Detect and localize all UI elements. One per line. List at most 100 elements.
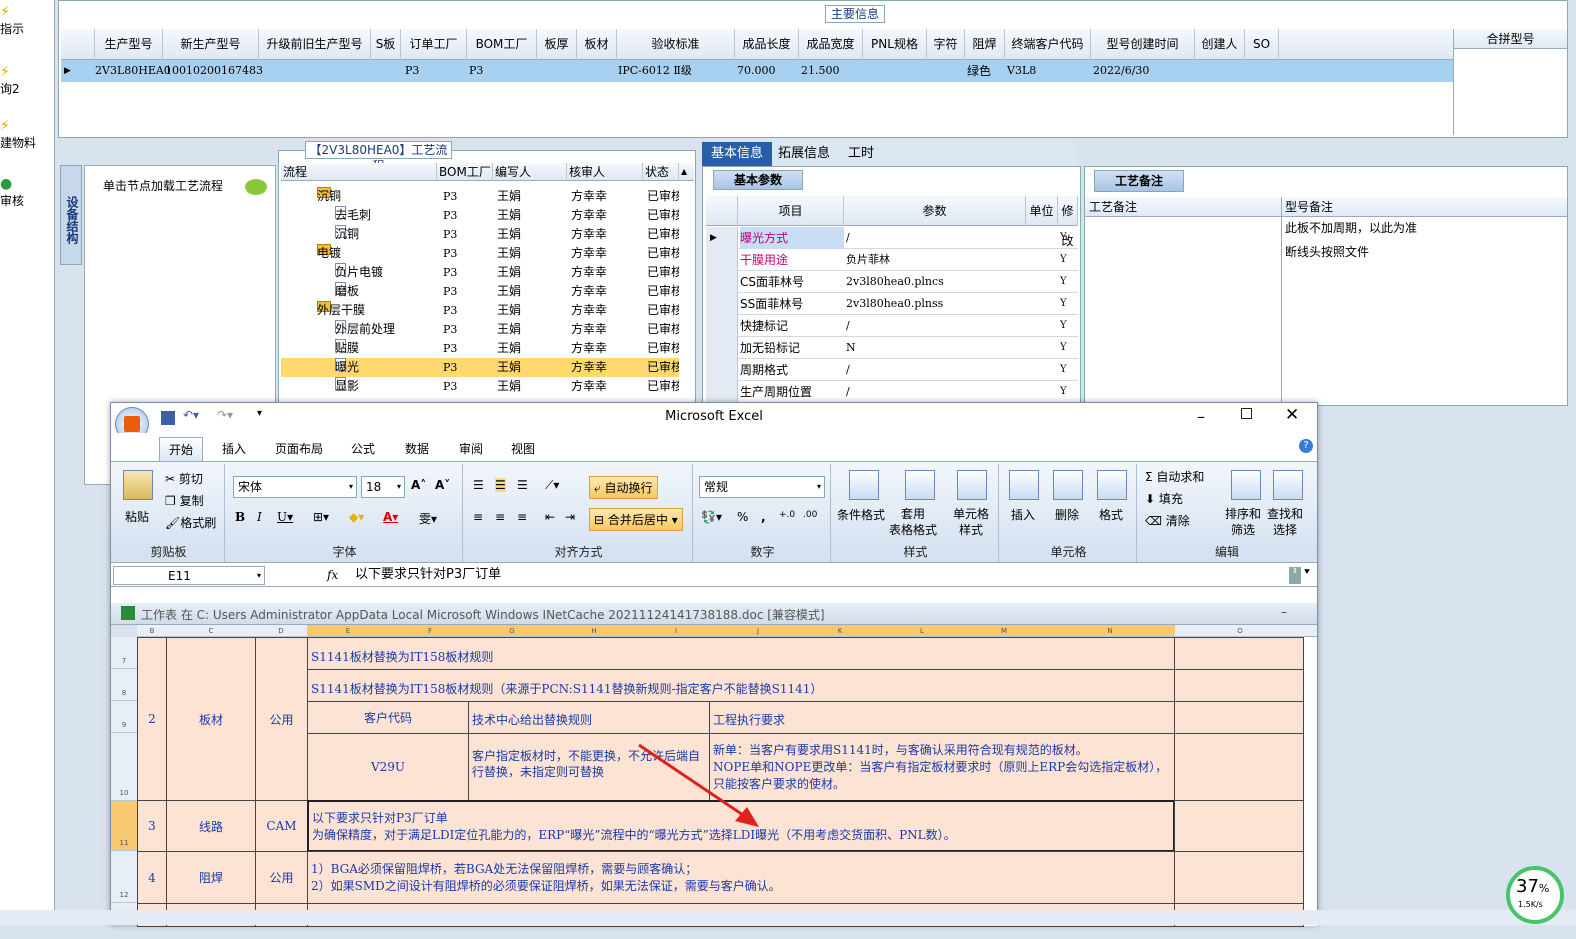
param-row[interactable]: 干膜用途 负片菲林 Y: [706, 249, 1078, 271]
column-letter[interactable]: L: [881, 625, 963, 637]
clear-button[interactable]: ⌫ 清除: [1145, 512, 1190, 529]
process-row[interactable]: 沉铜 P3 王娟 方幸幸 已审核: [281, 187, 679, 206]
process-row[interactable]: 电镀 P3 王娟 方幸幸 已审核: [281, 244, 679, 263]
column-letter[interactable]: O: [1175, 625, 1305, 637]
tab-home[interactable]: 开始: [159, 437, 203, 461]
function-icon[interactable]: fx: [327, 568, 338, 582]
param-row[interactable]: CS面菲林号 2v3l80hea0.plncs Y: [706, 271, 1078, 293]
column-header[interactable]: 阻焊: [965, 29, 1005, 60]
column-header[interactable]: 验收标准: [617, 29, 735, 60]
cell-row2-header-rule[interactable]: 技术中心给出替换规则: [468, 701, 710, 734]
cell-solder-mask[interactable]: 绿色: [967, 60, 991, 82]
name-box[interactable]: E11 ▾: [113, 566, 265, 585]
conditional-format-icon[interactable]: [849, 470, 879, 500]
param-row[interactable]: SS面菲林号 2v3l80hea0.plnss Y: [706, 293, 1078, 315]
collapse-icon[interactable]: ⯆: [1303, 567, 1311, 578]
column-letter[interactable]: I: [635, 625, 717, 637]
cell-row2-code[interactable]: V29U: [307, 733, 469, 801]
column-letter[interactable]: M: [963, 625, 1045, 637]
cell-standard[interactable]: IPC-6012 Ⅱ级: [618, 60, 692, 82]
close-icon[interactable]: ✕: [1285, 405, 1299, 425]
column-header[interactable]: 字符: [927, 29, 965, 60]
row-number[interactable]: 10: [111, 733, 137, 801]
table-format-button[interactable]: 套用 表格格式: [889, 506, 937, 538]
tab-review[interactable]: 审阅: [451, 437, 491, 461]
increase-indent-icon[interactable]: ⇥: [565, 510, 575, 524]
process-row[interactable]: 沉铜 P3 王娟 方幸幸 已审核: [281, 225, 679, 244]
cell-customer-code[interactable]: V3L8: [1007, 60, 1036, 82]
param-row[interactable]: ▶ 曝光方式 / Y: [706, 227, 1078, 249]
column-header[interactable]: 板厚: [537, 29, 577, 60]
performance-widget[interactable]: 37% 1.5K/s: [1506, 866, 1564, 924]
shrink-font-icon[interactable]: A˅: [435, 478, 450, 492]
column-header[interactable]: 状态: [643, 163, 679, 181]
column-letter[interactable]: K: [799, 625, 881, 637]
formula-input[interactable]: 以下要求只针对P3厂订单: [355, 566, 1289, 585]
bold-icon[interactable]: B: [235, 510, 245, 524]
conditional-format-button[interactable]: 条件格式: [837, 506, 885, 523]
column-header[interactable]: BOM工厂: [467, 29, 537, 60]
align-top-icon[interactable]: ☰: [473, 478, 484, 492]
column-header[interactable]: 升级前旧生产型号: [259, 29, 371, 60]
process-row[interactable]: 曝光 P3 王娟 方幸幸 已审核: [281, 358, 679, 377]
nav-item-materials[interactable]: ⚡ 建物料: [0, 118, 55, 151]
column-header[interactable]: 终端客户代码: [1005, 29, 1091, 60]
column-header[interactable]: 新生产型号: [163, 29, 259, 60]
select-all-corner[interactable]: [111, 625, 137, 637]
copy-button[interactable]: ❐ 复制: [165, 492, 204, 509]
wrap-text-button[interactable]: ⤶ 自动换行: [589, 476, 658, 499]
cell-length[interactable]: 70.000: [737, 60, 776, 82]
column-header[interactable]: 核审人: [567, 163, 643, 181]
tab-extended-info[interactable]: 拓展信息: [774, 142, 834, 166]
border-icon[interactable]: ⊞▾: [313, 510, 329, 524]
column-letter[interactable]: B: [137, 625, 167, 637]
cell-row2-category[interactable]: 板材: [166, 637, 256, 801]
italic-icon[interactable]: I: [257, 510, 262, 524]
column-header[interactable]: 板材: [577, 29, 617, 60]
cell-order-factory[interactable]: P3: [405, 60, 419, 82]
column-header[interactable]: 订单工厂: [401, 29, 467, 60]
column-letter[interactable]: E: [307, 625, 389, 637]
column-header[interactable]: SO: [1245, 29, 1279, 60]
column-letter[interactable]: H: [553, 625, 635, 637]
column-header[interactable]: PNL规格: [863, 29, 927, 60]
param-value[interactable]: /: [846, 315, 1024, 337]
grow-font-icon[interactable]: A˄: [411, 478, 426, 492]
cell-row2-req[interactable]: 新单：当客户有要求用S1141时，与客确认采用符合现有规范的板材。 NOPE单和…: [709, 733, 1175, 801]
param-value[interactable]: 负片菲林: [846, 249, 1024, 271]
cell-row2-scope[interactable]: 公用: [255, 637, 308, 801]
param-row[interactable]: 快捷标记 / Y: [706, 315, 1078, 337]
cell-row4-scope[interactable]: 公用: [255, 851, 308, 904]
column-header[interactable]: BOM工厂: [437, 163, 493, 181]
column-header[interactable]: 修改: [1058, 196, 1078, 248]
delete-cells-button[interactable]: 删除: [1055, 506, 1079, 523]
cell-row2-number[interactable]: 2: [137, 637, 167, 801]
column-header[interactable]: 成品长度: [735, 29, 799, 60]
column-header[interactable]: 生产型号: [95, 29, 163, 60]
nav-item-query[interactable]: ⚡ 询2: [0, 64, 55, 97]
font-name-select[interactable]: 宋体 ▾: [233, 476, 357, 498]
column-header[interactable]: 流程: [281, 163, 437, 181]
row-number[interactable]: 9: [111, 701, 137, 733]
column-letter[interactable]: C: [167, 625, 255, 637]
tab-hours[interactable]: 工时: [838, 142, 884, 166]
process-row[interactable]: 磨板 P3 王娟 方幸幸 已审核: [281, 282, 679, 301]
autosum-button[interactable]: Σ 自动求和: [1145, 468, 1204, 485]
tab-data[interactable]: 数据: [397, 437, 437, 461]
insert-cells-icon[interactable]: [1009, 470, 1039, 500]
tab-basic-info[interactable]: 基本信息: [702, 142, 772, 166]
fill-color-icon[interactable]: ◆▾: [349, 510, 364, 524]
fill-button[interactable]: ⬇ 填充: [1145, 490, 1183, 507]
tab-basic-params[interactable]: 基本参数: [713, 170, 803, 190]
sort-filter-icon[interactable]: [1231, 470, 1261, 500]
tab-insert[interactable]: 插入: [211, 437, 257, 461]
phonetic-icon[interactable]: 雯▾: [419, 510, 437, 527]
column-header[interactable]: S板: [371, 29, 401, 60]
row-number[interactable]: 12: [111, 851, 137, 903]
table-format-icon[interactable]: [905, 470, 935, 500]
help-icon[interactable]: ?: [1299, 439, 1313, 453]
maximize-icon[interactable]: [1241, 408, 1252, 419]
row-number[interactable]: 11: [111, 801, 137, 851]
cell-row2-header-req[interactable]: 工程执行要求: [709, 701, 1175, 734]
align-middle-icon[interactable]: ☰: [495, 478, 506, 492]
